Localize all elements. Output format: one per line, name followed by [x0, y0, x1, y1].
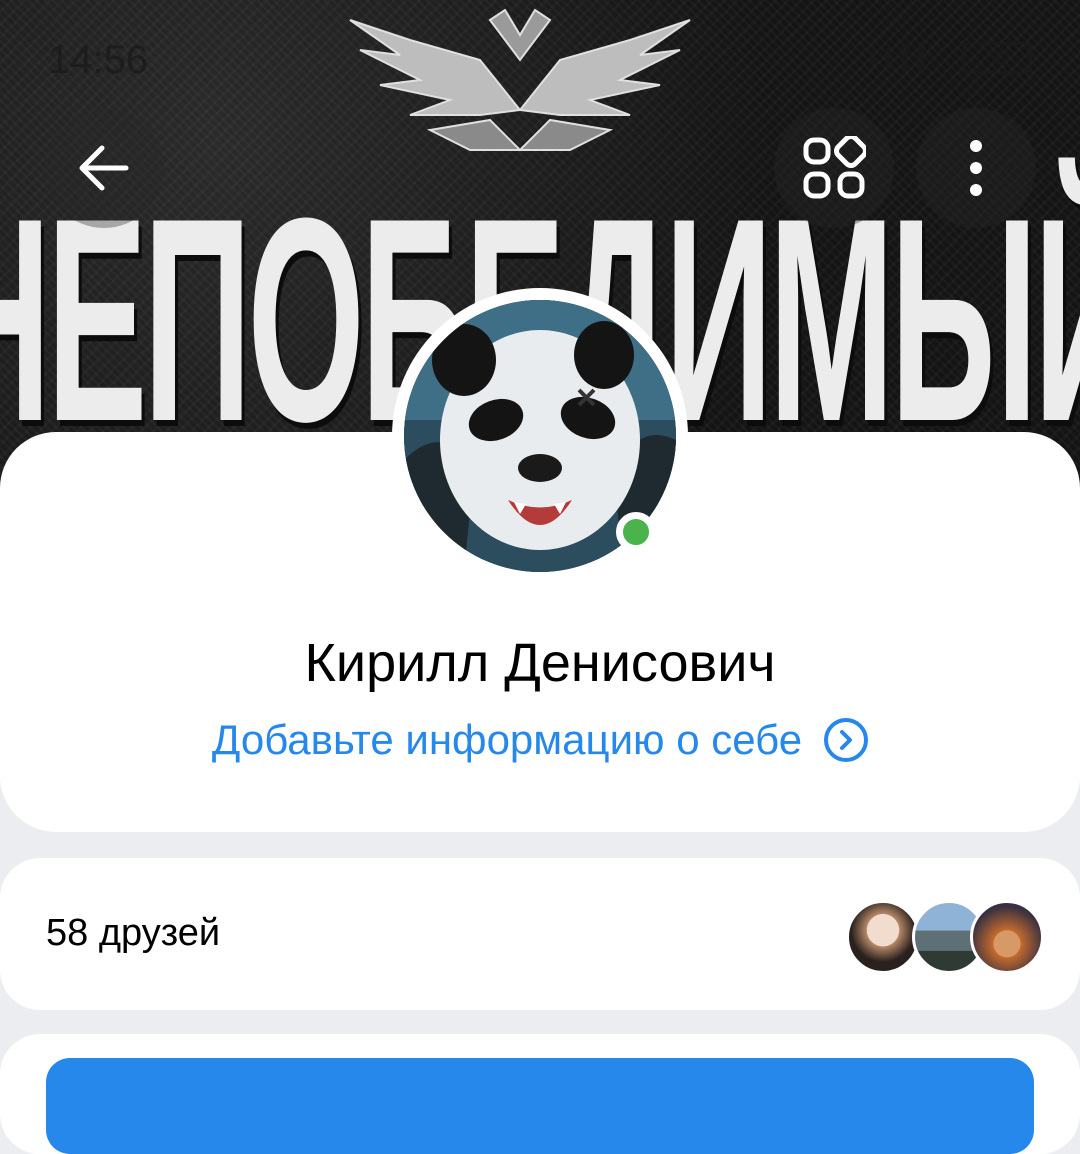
more-vertical-icon — [970, 140, 982, 196]
friends-count: 58 друзей — [46, 912, 221, 954]
apps-grid-icon — [803, 136, 866, 199]
signal-bar-icon — [902, 45, 908, 71]
back-button[interactable] — [44, 108, 164, 228]
online-indicator — [616, 512, 656, 552]
more-button[interactable] — [916, 108, 1036, 228]
primary-action-button[interactable] — [46, 1058, 1034, 1154]
friend-avatar — [846, 900, 920, 974]
friends-card[interactable]: 58 друзей — [0, 858, 1080, 1010]
chevron-right-circle-icon — [824, 718, 869, 762]
battery-icon: 50 — [962, 42, 1032, 74]
status-icons: 50 — [870, 38, 1032, 78]
arrow-left-icon — [79, 145, 129, 191]
status-time: 14:56 — [48, 38, 149, 82]
profile-name: Кирилл Денисович — [304, 633, 776, 693]
signal-bar-icon — [918, 42, 924, 74]
signal-bar-icon — [886, 48, 892, 68]
add-about-label: Добавьте информацию о себе — [211, 716, 803, 763]
signal-bar-icon — [870, 51, 876, 65]
friend-avatar — [970, 900, 1044, 974]
add-about-link[interactable]: Добавьте информацию о себе — [0, 716, 1080, 764]
apps-button[interactable] — [774, 108, 894, 228]
